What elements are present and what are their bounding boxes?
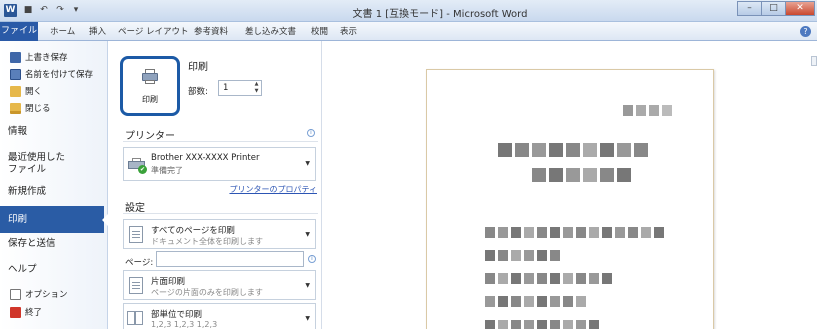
print-range-select[interactable]: すべてのページを印刷 ドキュメント全体を印刷します ▼ — [123, 219, 316, 249]
scroll-handle[interactable] — [811, 56, 817, 66]
help-icon[interactable]: ? — [800, 26, 811, 37]
chevron-down-icon: ▼ — [305, 315, 310, 322]
preview-text-block — [623, 105, 672, 116]
duplex-main: 片面印刷 — [151, 277, 186, 287]
duplex-select[interactable]: 片面印刷 ページの片面のみを印刷します ▼ — [123, 270, 316, 300]
pages-input[interactable] — [156, 251, 304, 267]
open-folder-icon — [10, 85, 21, 97]
preview-text-block — [485, 250, 560, 261]
sidebar-item-label: 上書き保存 — [25, 53, 68, 63]
tab-view[interactable]: 表示 — [340, 25, 357, 37]
sidebar-item-open[interactable]: 開く — [10, 84, 42, 98]
sidebar-item-label: 開く — [25, 87, 43, 97]
print-range-main: すべてのページを印刷 — [151, 226, 235, 236]
copies-stepper[interactable]: 1 ▲ ▼ — [218, 80, 262, 96]
pages-label: ページ: — [125, 258, 154, 268]
minimize-button[interactable]: – — [737, 1, 762, 16]
title-bar: W ■ ↶ ↷ ▾ 文書 1 [互換モード] - Microsoft Word … — [0, 0, 817, 22]
sidebar-item-label: 名前を付けて保存 — [25, 70, 94, 80]
sidebar-item-label: 終了 — [25, 308, 43, 318]
backstage-sidebar: 上書き保存 名前を付けて保存 開く 閉じる 情報 最近使用した ファイル 新規作… — [0, 41, 112, 329]
tab-page-layout[interactable]: ページ レイアウト — [118, 25, 189, 37]
collate-icon — [127, 311, 145, 326]
tab-home[interactable]: ホーム — [50, 25, 75, 37]
exit-icon — [10, 306, 21, 318]
preview-text-block — [485, 227, 664, 238]
save-icon — [10, 51, 21, 63]
quick-access-toolbar: ■ ↶ ↷ ▾ — [22, 3, 82, 17]
print-button[interactable]: 印刷 — [120, 56, 180, 116]
printer-info-icon[interactable]: i — [307, 129, 315, 137]
printer-icon — [142, 69, 158, 84]
sidebar-item-save[interactable]: 上書き保存 — [10, 50, 68, 64]
sidebar-item-save-send[interactable]: 保存と送信 — [8, 238, 56, 250]
sidebar-item-close[interactable]: 閉じる — [10, 101, 51, 115]
sidebar-item-save-as[interactable]: 名前を付けて保存 — [10, 67, 93, 81]
print-preview-area — [322, 41, 817, 329]
collate-select[interactable]: 部単位で印刷 1,2,3 1,2,3 1,2,3 ▼ — [123, 303, 316, 329]
tab-review[interactable]: 校閲 — [311, 25, 328, 37]
ribbon-tabs: ファイル ホーム 挿入 ページ レイアウト 参考資料 差し込み文書 校閲 表示 … — [0, 22, 817, 41]
preview-page — [426, 69, 714, 329]
printer-small-icon: ✔ — [128, 158, 147, 174]
sidebar-item-help[interactable]: ヘルプ — [8, 264, 37, 276]
tab-file[interactable]: ファイル — [0, 22, 38, 41]
copies-value: 1 — [223, 83, 229, 93]
sidebar-item-label: 閉じる — [25, 104, 51, 114]
copies-spinner[interactable]: ▲ ▼ — [252, 81, 261, 95]
print-title: 印刷 — [188, 62, 208, 73]
sidebar-item-label: オプション — [25, 290, 68, 300]
printer-heading: プリンター — [125, 131, 175, 142]
sidebar-item-print[interactable]: 印刷 — [0, 206, 112, 233]
tab-references[interactable]: 参考資料 — [194, 25, 228, 37]
customize-icon[interactable]: ▾ — [70, 3, 82, 17]
printer-select[interactable]: ✔ Brother XXX-XXXX Printer 準備完了 ▼ — [123, 147, 316, 181]
save-icon[interactable]: ■ — [22, 3, 34, 17]
print-button-label: 印刷 — [142, 95, 158, 104]
tab-insert[interactable]: 挿入 — [89, 25, 106, 37]
preview-text-block — [485, 296, 586, 307]
word-app-icon[interactable]: W — [4, 4, 17, 17]
page-icon — [129, 226, 143, 243]
chevron-down-icon: ▼ — [305, 231, 310, 238]
print-settings-panel: 印刷 印刷 部数: 1 ▲ ▼ プリンター i ✔ Brother XXX-XXX… — [108, 41, 322, 329]
print-range-sub: ドキュメント全体を印刷します — [151, 237, 263, 246]
settings-heading: 設定 — [125, 203, 145, 214]
window-title: 文書 1 [互換モード] - Microsoft Word — [352, 9, 528, 20]
tab-mailings[interactable]: 差し込み文書 — [245, 25, 296, 37]
sidebar-item-exit[interactable]: 終了 — [10, 305, 42, 319]
collate-sub: 1,2,3 1,2,3 1,2,3 — [151, 320, 218, 329]
save-as-icon — [10, 68, 21, 80]
printer-status: 準備完了 — [151, 166, 183, 175]
word-window: W ■ ↶ ↷ ▾ 文書 1 [互換モード] - Microsoft Word … — [0, 0, 817, 329]
ready-check-icon: ✔ — [138, 165, 147, 174]
divider — [123, 213, 318, 214]
maximize-button[interactable]: □ — [761, 1, 786, 16]
pages-info-icon[interactable]: i — [308, 255, 316, 263]
divider — [123, 141, 318, 142]
chevron-down-icon: ▼ — [305, 160, 310, 167]
redo-icon[interactable]: ↷ — [54, 3, 66, 17]
preview-text-block — [498, 143, 648, 157]
sidebar-item-info[interactable]: 情報 — [8, 126, 27, 138]
preview-text-block — [532, 168, 631, 182]
sidebar-item-options[interactable]: オプション — [10, 287, 68, 301]
preview-text-block — [485, 320, 599, 329]
close-folder-icon — [10, 102, 21, 114]
sidebar-item-recent[interactable]: 最近使用した ファイル — [8, 152, 65, 176]
collate-main: 部単位で印刷 — [151, 310, 203, 320]
options-icon — [10, 288, 21, 300]
sidebar-item-new[interactable]: 新規作成 — [8, 186, 46, 198]
chevron-down-icon: ▼ — [305, 282, 310, 289]
undo-icon[interactable]: ↶ — [38, 3, 50, 17]
duplex-sub: ページの片面のみを印刷します — [151, 288, 263, 297]
printer-name: Brother XXX-XXXX Printer — [151, 153, 260, 163]
one-side-page-icon — [129, 277, 143, 294]
copies-label: 部数: — [188, 87, 208, 97]
window-controls: – □ ✕ — [737, 1, 815, 16]
close-button[interactable]: ✕ — [785, 1, 815, 16]
printer-properties-link[interactable]: プリンターのプロパティ — [229, 184, 317, 195]
preview-text-block — [485, 273, 612, 284]
